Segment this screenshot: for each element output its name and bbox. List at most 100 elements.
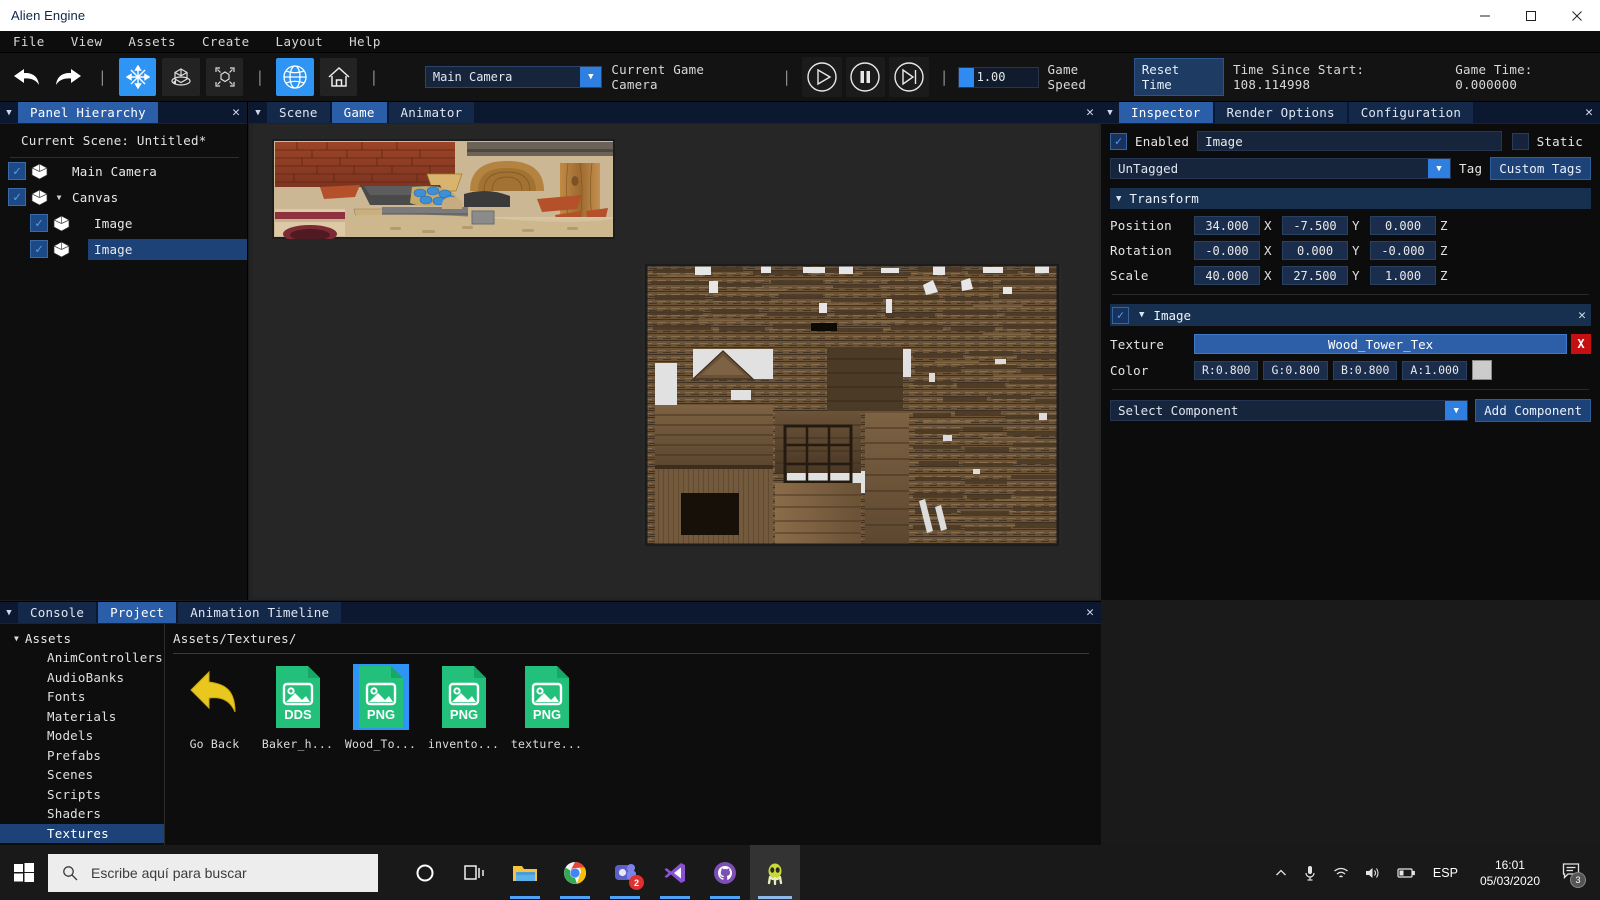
project-close-icon[interactable]: ✕	[1079, 602, 1101, 623]
undo-icon[interactable]	[6, 58, 47, 96]
tab-panel-hierarchy[interactable]: Panel Hierarchy	[18, 102, 158, 123]
asset-file-baker[interactable]: DDS Baker_h...	[256, 664, 339, 751]
minimize-button[interactable]	[1462, 0, 1508, 31]
maximize-button[interactable]	[1508, 0, 1554, 31]
scale-x-field[interactable]: 40.000	[1194, 266, 1260, 285]
image-component-header[interactable]: ✓ ▼ Image ✕	[1110, 304, 1591, 326]
taskbar-task-view[interactable]	[450, 845, 500, 900]
enabled-checkbox[interactable]: ✓	[1110, 132, 1127, 150]
hierarchy-row-image-1[interactable]: ✓ Image	[0, 210, 247, 236]
transform-section-header[interactable]: ▼ Transform	[1110, 188, 1591, 209]
hierarchy-checkbox[interactable]: ✓	[30, 214, 48, 232]
redo-icon[interactable]	[47, 58, 88, 96]
taskbar-file-explorer[interactable]	[500, 845, 550, 900]
tree-item-materials[interactable]: Materials	[0, 707, 164, 727]
volume-icon[interactable]	[1357, 866, 1389, 880]
texture-field[interactable]: Wood_Tower_Tex	[1194, 334, 1567, 354]
scale-y-field[interactable]: 27.500	[1282, 266, 1348, 285]
position-y-field[interactable]: -7.500	[1282, 216, 1348, 235]
play-button[interactable]	[802, 57, 842, 97]
language-indicator[interactable]: ESP	[1423, 866, 1468, 880]
tree-item-models[interactable]: Models	[0, 726, 164, 746]
tree-item-prefabs[interactable]: Prefabs	[0, 746, 164, 766]
inspector-close-icon[interactable]: ✕	[1578, 102, 1600, 123]
rotation-x-field[interactable]: -0.000	[1194, 241, 1260, 260]
asset-tree-root[interactable]: ▼ Assets	[0, 631, 164, 646]
position-x-field[interactable]: 34.000	[1194, 216, 1260, 235]
panel-caret-icon[interactable]: ▼	[0, 102, 18, 123]
tag-dropdown[interactable]: UnTagged ▼	[1110, 158, 1452, 179]
panel-caret-icon[interactable]: ▼	[1101, 102, 1119, 123]
reset-time-button[interactable]: Reset Time	[1133, 58, 1224, 96]
hierarchy-close-icon[interactable]: ✕	[225, 102, 247, 123]
wifi-icon[interactable]	[1325, 866, 1357, 880]
tree-item-audiobanks[interactable]: AudioBanks	[0, 668, 164, 688]
clock[interactable]: 16:01 05/03/2020	[1468, 857, 1552, 889]
hierarchy-row-canvas[interactable]: ✓ ▼ Canvas	[0, 184, 247, 210]
close-button[interactable]	[1554, 0, 1600, 31]
color-r-field[interactable]: R:0.800	[1194, 360, 1259, 380]
tray-expand-icon[interactable]	[1267, 867, 1295, 879]
add-component-button[interactable]: Add Component	[1475, 399, 1591, 422]
tree-item-shaders[interactable]: Shaders	[0, 804, 164, 824]
position-z-field[interactable]: 0.000	[1370, 216, 1436, 235]
panel-caret-icon[interactable]: ▼	[249, 102, 267, 123]
color-a-field[interactable]: A:1.000	[1402, 360, 1467, 380]
tab-render-options[interactable]: Render Options	[1214, 102, 1347, 123]
menu-help[interactable]: Help	[336, 32, 394, 51]
search-input[interactable]: Escribe aquí para buscar	[48, 853, 378, 892]
move-tool-button[interactable]	[118, 58, 157, 96]
tree-item-scripts[interactable]: Scripts	[0, 785, 164, 805]
tree-item-scenes[interactable]: Scenes	[0, 765, 164, 785]
tab-console[interactable]: Console	[18, 602, 97, 623]
home-view-button[interactable]	[319, 58, 358, 96]
hierarchy-row-main-camera[interactable]: ✓ Main Camera	[0, 158, 247, 184]
color-swatch[interactable]	[1471, 360, 1492, 380]
hierarchy-checkbox[interactable]: ✓	[8, 162, 26, 180]
hierarchy-checkbox[interactable]: ✓	[8, 188, 26, 206]
camera-select[interactable]: Main Camera ▼	[424, 66, 603, 88]
rotate-tool-button[interactable]	[162, 58, 200, 96]
panel-caret-icon[interactable]: ▼	[0, 602, 18, 623]
tab-inspector[interactable]: Inspector	[1119, 102, 1213, 123]
rotation-y-field[interactable]: 0.000	[1282, 241, 1348, 260]
asset-file-wood-tower[interactable]: PNG Wood_To...	[339, 664, 422, 751]
scale-tool-button[interactable]	[205, 58, 244, 96]
scale-z-field[interactable]: 1.000	[1370, 266, 1436, 285]
tab-animator[interactable]: Animator	[388, 102, 475, 123]
tab-animation-timeline[interactable]: Animation Timeline	[178, 602, 342, 623]
notification-center-icon[interactable]: 3	[1552, 862, 1592, 888]
taskbar-teams[interactable]: 2	[600, 845, 650, 900]
game-speed-slider[interactable]: 1.00	[957, 66, 1039, 88]
taskbar-alien-engine[interactable]	[750, 845, 800, 900]
taskbar-vscode[interactable]	[650, 845, 700, 900]
tree-item-fonts[interactable]: Fonts	[0, 687, 164, 707]
tree-item-textures[interactable]: Textures	[0, 823, 164, 843]
taskbar-github-desktop[interactable]	[700, 845, 750, 900]
menu-view[interactable]: View	[58, 32, 116, 51]
color-b-field[interactable]: B:0.800	[1332, 360, 1398, 380]
taskbar-cortana[interactable]	[400, 845, 450, 900]
tab-game[interactable]: Game	[331, 102, 387, 123]
image-component-checkbox[interactable]: ✓	[1112, 306, 1129, 324]
custom-tags-button[interactable]: Custom Tags	[1490, 157, 1591, 180]
tab-scene[interactable]: Scene	[267, 102, 330, 123]
asset-go-back[interactable]: Go Back	[173, 664, 256, 751]
menu-create[interactable]: Create	[189, 32, 263, 51]
game-render-surface[interactable]	[253, 124, 1098, 598]
start-button[interactable]	[0, 845, 48, 900]
tab-configuration[interactable]: Configuration	[1348, 102, 1474, 123]
global-space-button[interactable]	[276, 58, 314, 96]
tab-project[interactable]: Project	[98, 602, 177, 623]
hierarchy-row-image-2[interactable]: ✓ Image	[0, 236, 247, 262]
tree-item-animcontrollers[interactable]: AnimControllers	[0, 648, 164, 668]
step-button[interactable]	[889, 57, 929, 97]
menu-layout[interactable]: Layout	[263, 32, 337, 51]
static-checkbox[interactable]	[1511, 132, 1529, 150]
select-component-dropdown[interactable]: Select Component ▼	[1110, 400, 1469, 421]
menu-assets[interactable]: Assets	[115, 32, 189, 51]
menu-file[interactable]: File	[0, 32, 58, 51]
rotation-z-field[interactable]: -0.000	[1370, 241, 1436, 260]
asset-file-texture[interactable]: PNG texture...	[505, 664, 588, 751]
expand-caret-icon[interactable]: ▼	[52, 193, 66, 202]
